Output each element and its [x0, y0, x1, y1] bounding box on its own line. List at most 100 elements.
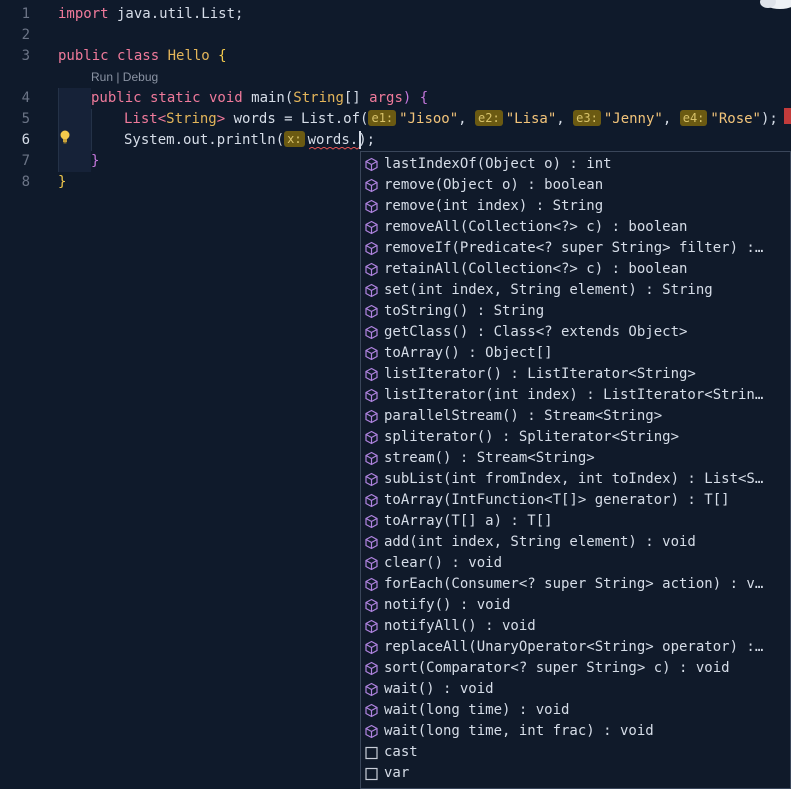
- code-line-1[interactable]: import java.util.List;: [58, 4, 243, 25]
- completion-item[interactable]: toArray(T[] a) : T[]: [361, 511, 790, 532]
- text-cursor: [359, 131, 361, 149]
- method-icon: [364, 514, 379, 529]
- code-line-7[interactable]: }: [91, 151, 99, 172]
- comma: ,: [458, 111, 476, 127]
- string-literal: "Jenny": [603, 111, 663, 127]
- method-icon: [364, 640, 379, 655]
- code-line-5[interactable]: List<String> words = List.of(e1: "Jisoo",…: [124, 109, 778, 130]
- type-list: List: [124, 111, 158, 127]
- keyword-class: class: [108, 48, 168, 64]
- top-right-decoration: [760, 0, 791, 12]
- completion-item-label: notifyAll() : void: [384, 618, 536, 634]
- completion-item[interactable]: listIterator(int index) : ListIterator<S…: [361, 385, 790, 406]
- completion-item-label: spliterator() : Spliterator<String>: [384, 429, 680, 445]
- statement-end: );: [760, 111, 778, 127]
- close-brace: }: [91, 153, 100, 169]
- completion-item-label: subList(int fromIndex, int toIndex) : Li…: [384, 471, 764, 487]
- completion-item[interactable]: stream() : Stream<String>: [361, 448, 790, 469]
- method-icon: [364, 493, 379, 508]
- completion-item[interactable]: notifyAll() : void: [361, 616, 790, 637]
- indent-guide: [91, 109, 92, 151]
- completion-item[interactable]: add(int index, String element) : void: [361, 532, 790, 553]
- method-icon: [364, 157, 379, 172]
- lightbulb-icon[interactable]: [59, 130, 71, 144]
- method-icon: [364, 535, 379, 550]
- completion-item-label: removeIf(Predicate<? super String> filte…: [384, 240, 764, 256]
- completion-popup[interactable]: lastIndexOf(Object o) : int remove(Object…: [360, 151, 791, 789]
- completion-item[interactable]: clear() : void: [361, 553, 790, 574]
- println-call: System.out.println(: [124, 132, 285, 148]
- line-number: 7: [21, 153, 30, 169]
- code-line-3[interactable]: public class Hello {: [58, 46, 227, 67]
- completion-item[interactable]: listIterator() : ListIterator<String>: [361, 364, 790, 385]
- completion-item-label: clear() : void: [384, 555, 503, 571]
- method-icon: [364, 472, 379, 487]
- completion-item-label: remove(Object o) : boolean: [384, 177, 604, 193]
- completion-item[interactable]: subList(int fromIndex, int toIndex) : Li…: [361, 469, 790, 490]
- keyword-import: import: [58, 6, 109, 22]
- string-literal: "Lisa": [505, 111, 557, 127]
- completion-item[interactable]: wait() : void: [361, 679, 790, 700]
- method-icon: [364, 178, 379, 193]
- generic-type: String: [166, 111, 217, 127]
- completion-item-label: lastIndexOf(Object o) : int: [384, 156, 612, 172]
- line-number: 8: [21, 174, 30, 190]
- completion-item[interactable]: toArray(IntFunction<T[]> generator) : T[…: [361, 490, 790, 511]
- completion-item-label: remove(int index) : String: [384, 198, 604, 214]
- completion-item[interactable]: sort(Comparator<? super String> c) : voi…: [361, 658, 790, 679]
- completion-item[interactable]: var: [361, 763, 790, 784]
- method-icon: [364, 661, 379, 676]
- line-number: 3: [21, 48, 30, 64]
- close-brace: }: [58, 174, 67, 190]
- completion-item-label: toString() : String: [384, 303, 545, 319]
- string-literal: "Rose": [710, 111, 761, 127]
- codelens-run-debug[interactable]: Run | Debug: [91, 68, 158, 86]
- completion-item[interactable]: forEach(Consumer<? super String> action)…: [361, 574, 790, 595]
- completion-item-label: listIterator() : ListIterator<String>: [384, 366, 696, 382]
- completion-item[interactable]: replaceAll(UnaryOperator<String> operato…: [361, 637, 790, 658]
- completion-item[interactable]: wait(long time) : void: [361, 700, 790, 721]
- completion-item-label: set(int index, String element) : String: [384, 282, 713, 298]
- completion-item[interactable]: getClass() : Class<? extends Object>: [361, 322, 790, 343]
- generic-open: <: [157, 111, 167, 127]
- open-brace: {: [209, 48, 227, 64]
- line-number-active: 6: [21, 132, 30, 148]
- completion-item[interactable]: remove(Object o) : boolean: [361, 175, 790, 196]
- completion-item[interactable]: cast: [361, 742, 790, 763]
- completion-item-label: retainAll(Collection<?> c) : boolean: [384, 261, 688, 277]
- string-literal: "Jisoo": [399, 111, 459, 127]
- method-icon: [364, 598, 379, 613]
- import-path: java.util.List;: [108, 6, 244, 22]
- completion-item[interactable]: removeIf(Predicate<? super String> filte…: [361, 238, 790, 259]
- inlay-hint: e3:: [573, 110, 601, 126]
- completion-item[interactable]: toArray() : Object[]: [361, 343, 790, 364]
- method-icon: [364, 619, 379, 634]
- completion-item[interactable]: lastIndexOf(Object o) : int: [361, 154, 790, 175]
- line-number: 4: [21, 90, 30, 106]
- completion-item-label: stream() : Stream<String>: [384, 450, 595, 466]
- completion-item[interactable]: notify() : void: [361, 595, 790, 616]
- line-number: 5: [21, 111, 30, 127]
- method-icon: [364, 241, 379, 256]
- method-name: main(: [242, 90, 294, 106]
- inlay-hint: x:: [284, 131, 305, 147]
- completion-item[interactable]: wait(long time, int frac) : void: [361, 721, 790, 742]
- method-icon: [364, 283, 379, 298]
- completion-item[interactable]: toString() : String: [361, 301, 790, 322]
- param-type: String: [293, 90, 344, 106]
- completion-item[interactable]: remove(int index) : String: [361, 196, 790, 217]
- snippet-icon: [364, 745, 379, 760]
- completion-item[interactable]: set(int index, String element) : String: [361, 280, 790, 301]
- snippet-icon: [364, 766, 379, 781]
- keyword-public: public: [58, 48, 109, 64]
- completion-item-label: parallelStream() : Stream<String>: [384, 408, 663, 424]
- completion-item[interactable]: removeAll(Collection<?> c) : boolean: [361, 217, 790, 238]
- assignment: words = List.of(: [225, 111, 369, 127]
- completion-item-label: forEach(Consumer<? super String> action)…: [384, 576, 764, 592]
- code-line-8[interactable]: }: [58, 172, 66, 193]
- method-icon: [364, 367, 379, 382]
- completion-item[interactable]: spliterator() : Spliterator<String>: [361, 427, 790, 448]
- completion-item[interactable]: retainAll(Collection<?> c) : boolean: [361, 259, 790, 280]
- completion-item[interactable]: parallelStream() : Stream<String>: [361, 406, 790, 427]
- code-line-4[interactable]: public static void main(String[] args) {: [91, 88, 428, 109]
